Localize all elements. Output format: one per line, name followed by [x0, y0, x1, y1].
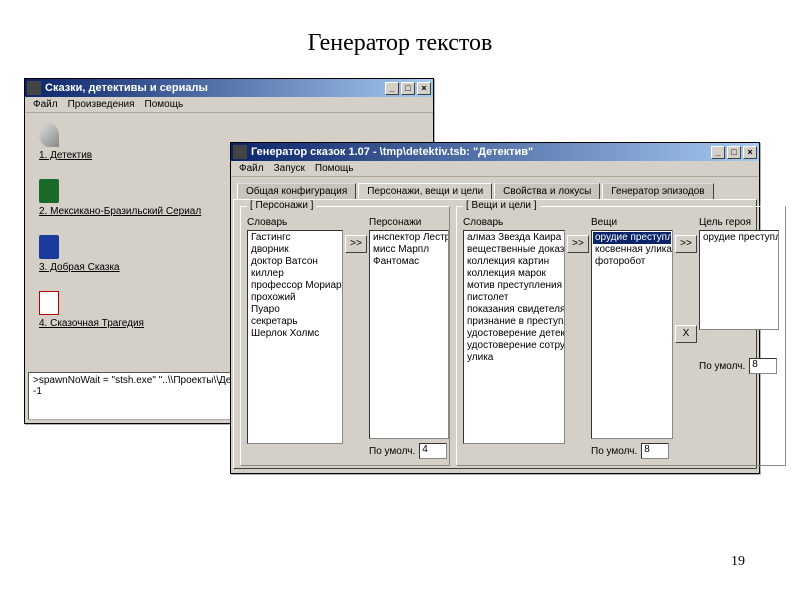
desktop-item-tragedy[interactable]: 4. Сказочная Трагедия: [39, 291, 199, 329]
titlebar-generator[interactable]: Генератор сказок 1.07 - \tmp\detektiv.ts…: [231, 143, 759, 161]
desktop-item-label: 3. Добрая Сказка: [39, 262, 199, 273]
desktop-item-label: 4. Сказочная Трагедия: [39, 318, 199, 329]
move-right-button[interactable]: >>: [675, 235, 697, 253]
maximize-button[interactable]: □: [727, 146, 741, 159]
label-dictionary: Словарь: [247, 217, 343, 228]
list-item[interactable]: прохожий: [249, 292, 341, 304]
close-button[interactable]: ×: [417, 82, 431, 95]
label-hero-goal: Цель героя: [699, 217, 779, 228]
listbox-persons[interactable]: инспектор Лестрейд мисс Марпл Фантомас: [369, 230, 449, 439]
minimize-button[interactable]: _: [385, 82, 399, 95]
list-item[interactable]: орудие преступления: [701, 232, 777, 244]
label-default: По умолч.: [591, 446, 637, 457]
magnifier-icon: [39, 123, 59, 147]
list-item[interactable]: удостоверение сотруд: [465, 340, 563, 352]
list-item[interactable]: дворник: [249, 244, 341, 256]
list-item[interactable]: доктор Ватсон: [249, 256, 341, 268]
list-item[interactable]: алмаз Звезда Каира: [465, 232, 563, 244]
list-item[interactable]: вещественные доказа: [465, 244, 563, 256]
list-item[interactable]: косвенная улика: [593, 244, 671, 256]
label-things: Вещи: [591, 217, 673, 228]
remove-button[interactable]: X: [675, 325, 697, 343]
listbox-things-dict[interactable]: алмаз Звезда Каира вещественные доказа к…: [463, 230, 565, 444]
list-item[interactable]: коллекция марок: [465, 268, 563, 280]
minimize-button[interactable]: _: [711, 146, 725, 159]
list-item[interactable]: улика: [465, 352, 563, 364]
move-right-button[interactable]: >>: [345, 235, 367, 253]
menu-works[interactable]: Произведения: [68, 99, 135, 110]
listbox-things[interactable]: орудие преступления косвенная улика фото…: [591, 230, 673, 439]
list-item[interactable]: Гастингс: [249, 232, 341, 244]
default-persons-input[interactable]: 4: [419, 443, 447, 459]
label-persons: Персонажи: [369, 217, 449, 228]
listbox-persons-dict[interactable]: Гастингс дворник доктор Ватсон киллер пр…: [247, 230, 343, 444]
tab-config[interactable]: Общая конфигурация: [237, 183, 356, 199]
menu-help[interactable]: Помощь: [145, 99, 184, 110]
list-item[interactable]: признание в преступле: [465, 316, 563, 328]
list-item[interactable]: фоторобот: [593, 256, 671, 268]
group-things: [ Вещи и цели ] Словарь алмаз Звезда Каи…: [456, 206, 786, 466]
label-dictionary: Словарь: [463, 217, 565, 228]
maximize-button[interactable]: □: [401, 82, 415, 95]
label-default: По умолч.: [369, 446, 415, 457]
menu-help[interactable]: Помощь: [315, 163, 354, 174]
page-number: 19: [731, 554, 745, 570]
desktop-item-label: 2. Мексикано-Бразильский Сериал: [39, 206, 199, 217]
list-item[interactable]: киллер: [249, 268, 341, 280]
desktop-item-label: 1. Детектив: [39, 150, 199, 161]
list-item[interactable]: пистолет: [465, 292, 563, 304]
list-item[interactable]: инспектор Лестрейд: [371, 232, 447, 244]
desktop-item-skazka[interactable]: 3. Добрая Сказка: [39, 235, 199, 273]
tab-properties[interactable]: Свойства и локусы: [494, 183, 600, 199]
app-icon: [27, 81, 41, 95]
group-legend: [ Вещи и цели ]: [463, 200, 540, 211]
menu-file[interactable]: Файл: [239, 163, 264, 174]
group-persons: [ Персонажи ] Словарь Гастингс дворник д…: [240, 206, 450, 466]
list-item[interactable]: мотив преступления: [465, 280, 563, 292]
list-item[interactable]: секретарь: [249, 316, 341, 328]
listbox-goal[interactable]: орудие преступления: [699, 230, 779, 330]
list-item[interactable]: мисс Марпл: [371, 244, 447, 256]
book-icon: [39, 235, 59, 259]
list-item[interactable]: удостоверение детект: [465, 328, 563, 340]
document-icon: [39, 291, 59, 315]
app-icon: [233, 145, 247, 159]
close-button[interactable]: ×: [743, 146, 757, 159]
menu-run[interactable]: Запуск: [274, 163, 305, 174]
list-item[interactable]: Пуаро: [249, 304, 341, 316]
list-item[interactable]: Шерлок Холмс: [249, 328, 341, 340]
list-item[interactable]: Фантомас: [371, 256, 447, 268]
default-goal-input[interactable]: 8: [749, 358, 777, 374]
tab-panel: [ Персонажи ] Словарь Гастингс дворник д…: [233, 199, 757, 469]
desktop-item-serial[interactable]: 2. Мексикано-Бразильский Сериал: [39, 179, 199, 217]
default-things-input[interactable]: 8: [641, 443, 669, 459]
list-item[interactable]: профессор Мориарти: [249, 280, 341, 292]
window-generator: Генератор сказок 1.07 - \tmp\detektiv.ts…: [230, 142, 760, 474]
desktop-item-detective[interactable]: 1. Детектив: [39, 123, 199, 161]
page-title: Генератор текстов: [0, 30, 800, 57]
tab-bar: Общая конфигурация Персонажи, вещи и цел…: [231, 177, 759, 199]
tab-persons[interactable]: Персонажи, вещи и цели: [358, 183, 492, 199]
titlebar-skazki[interactable]: Сказки, детективы и сериалы _ □ ×: [25, 79, 433, 97]
group-legend: [ Персонажи ]: [247, 200, 316, 211]
menu-file[interactable]: Файл: [33, 99, 58, 110]
title-text: Сказки, детективы и сериалы: [45, 82, 381, 94]
title-text: Генератор сказок 1.07 - \tmp\detektiv.ts…: [251, 146, 707, 158]
move-right-button[interactable]: >>: [567, 235, 589, 253]
list-item[interactable]: показания свидетеля: [465, 304, 563, 316]
tab-episodes[interactable]: Генератор эпизодов: [602, 183, 713, 199]
list-item[interactable]: коллекция картин: [465, 256, 563, 268]
menubar: Файл Произведения Помощь: [25, 97, 433, 113]
list-item[interactable]: орудие преступления: [593, 232, 671, 244]
label-default: По умолч.: [699, 361, 745, 372]
menubar: Файл Запуск Помощь: [231, 161, 759, 177]
book-icon: [39, 179, 59, 203]
